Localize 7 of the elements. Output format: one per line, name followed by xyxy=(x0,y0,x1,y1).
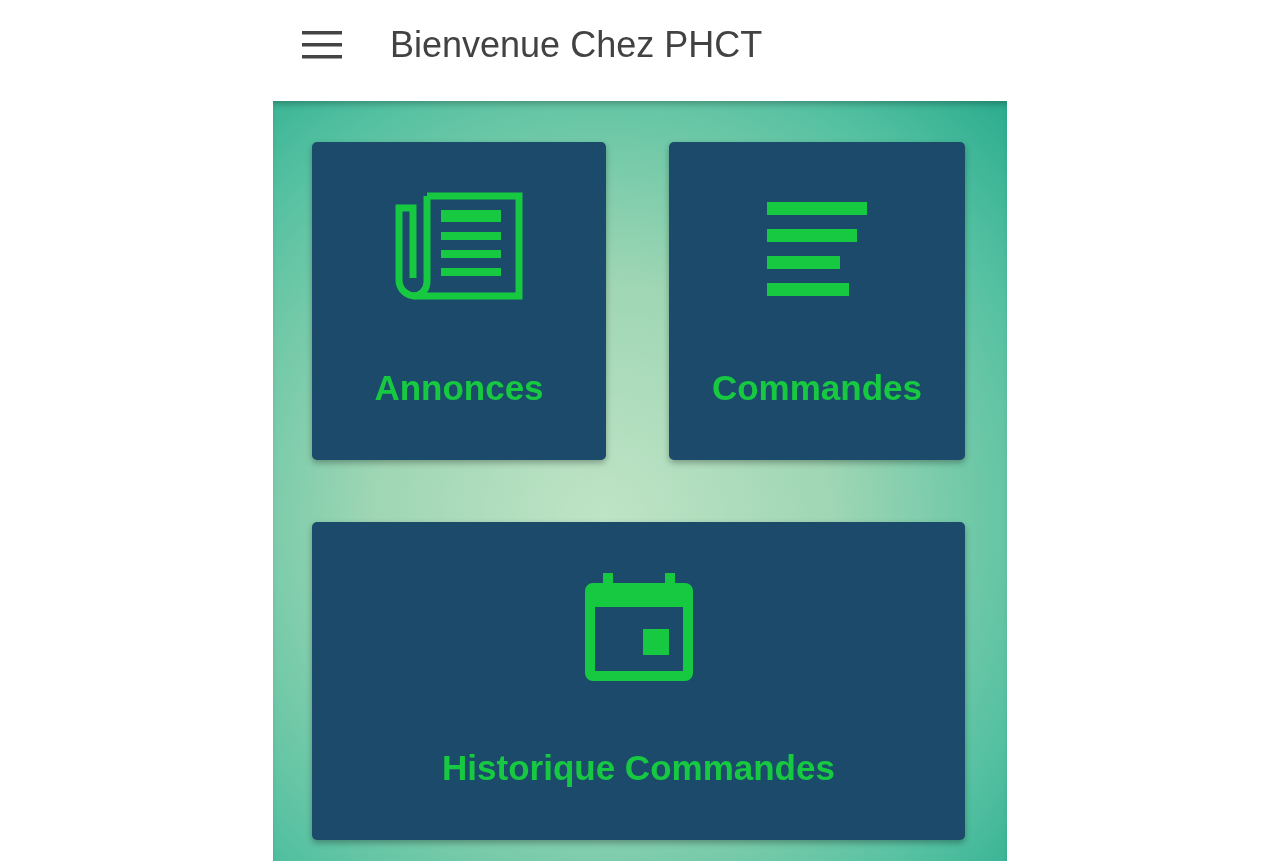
menu-button[interactable] xyxy=(302,30,342,59)
menu-tile[interactable]: Historique Commandes xyxy=(312,522,965,840)
menu-tile[interactable]: Commandes xyxy=(669,142,965,460)
menu-icon xyxy=(302,30,342,59)
app-title: Bienvenue Chez PHCT xyxy=(390,23,763,66)
menu-tile[interactable]: Annonces xyxy=(312,142,606,460)
calendar-icon xyxy=(584,572,693,684)
